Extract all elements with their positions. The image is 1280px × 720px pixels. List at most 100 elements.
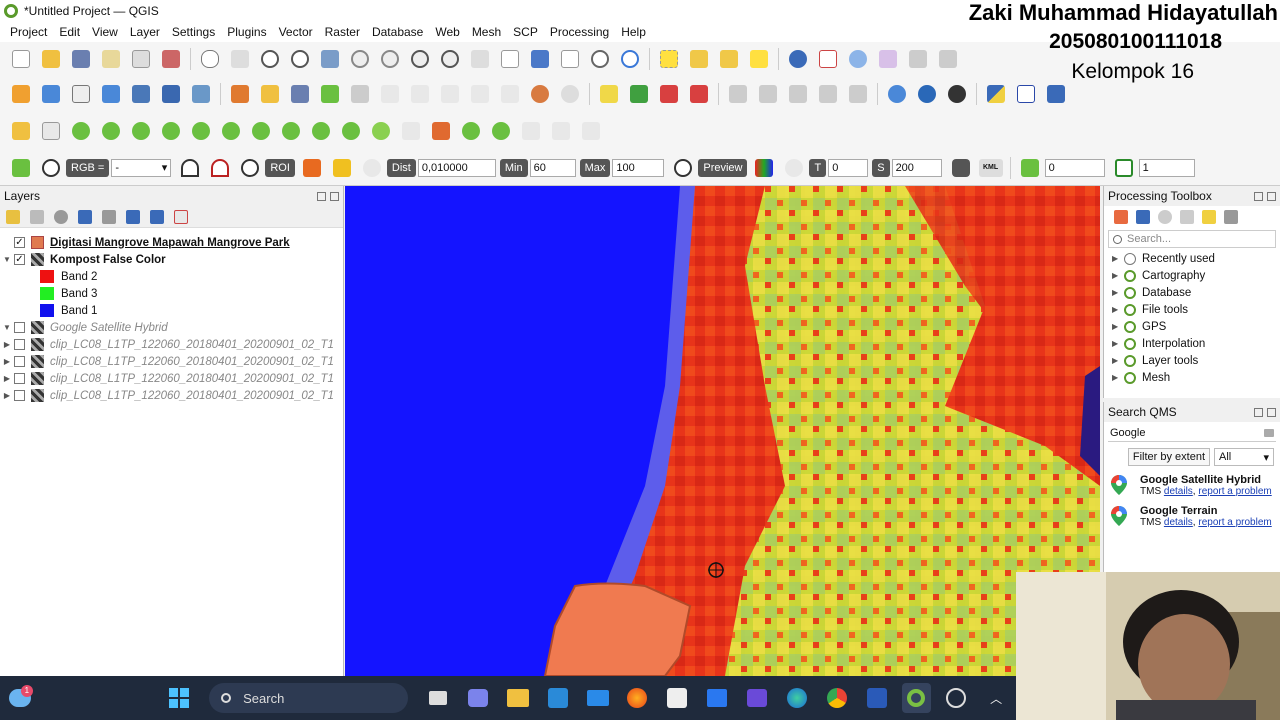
qms-filter-select[interactable]: All ▾ <box>1214 448 1274 466</box>
expand-arrow-icon[interactable]: ▶ <box>0 391 14 400</box>
menu-settings[interactable]: Settings <box>166 25 221 39</box>
zoom-to-selection-icon[interactable] <box>348 47 372 71</box>
dist-input[interactable]: 0,010000 <box>417 158 496 177</box>
data-source-manager-icon[interactable] <box>9 82 33 106</box>
rotate-feature-icon[interactable] <box>579 119 603 143</box>
show-labels-icon[interactable] <box>687 82 711 106</box>
python-console-icon[interactable] <box>984 82 1008 106</box>
options-icon[interactable] <box>1224 210 1238 224</box>
add-part-icon[interactable] <box>99 119 123 143</box>
simplify-icon[interactable] <box>429 119 453 143</box>
style-manager-icon[interactable] <box>159 47 183 71</box>
details-link[interactable]: details <box>1164 517 1193 528</box>
digitize-line-icon[interactable] <box>39 119 63 143</box>
menu-web[interactable]: Web <box>429 25 465 39</box>
new-map-view-icon[interactable] <box>498 47 522 71</box>
new-3d-view-icon[interactable] <box>528 47 552 71</box>
roi-button[interactable]: ROI <box>265 158 295 177</box>
float-panel-icon[interactable] <box>317 191 326 201</box>
menu-database[interactable]: Database <box>366 25 429 39</box>
menu-plugins[interactable]: Plugins <box>221 25 272 39</box>
split-features-icon[interactable] <box>279 119 303 143</box>
label-toolbar-icon[interactable] <box>597 82 621 106</box>
redo-icon[interactable] <box>558 82 582 106</box>
layer-row[interactable]: ▶ clip_LC08_L1TP_122060_20180401_2020090… <box>0 370 343 387</box>
toolbox-item[interactable]: ▶ Recently used <box>1104 250 1280 267</box>
deselect-icon[interactable] <box>717 47 741 71</box>
annotation-icon[interactable] <box>936 47 960 71</box>
advanced-digitizing-icon[interactable] <box>756 82 780 106</box>
layer-visibility-checkbox[interactable] <box>14 339 25 350</box>
map-canvas[interactable] <box>345 186 1100 676</box>
chevron-up-icon[interactable]: ︿ <box>981 683 1011 713</box>
menu-vector[interactable]: Vector <box>273 25 319 39</box>
remove-layer-icon[interactable] <box>174 209 188 224</box>
scp-icon[interactable] <box>1014 82 1038 106</box>
georeferencer-icon[interactable] <box>726 82 750 106</box>
rgb-combobox[interactable]: - ▾ <box>111 158 172 177</box>
menu-mesh[interactable]: Mesh <box>466 25 507 39</box>
layout-manager-icon[interactable] <box>129 47 153 71</box>
scripts-icon[interactable] <box>1136 210 1150 224</box>
add-mesh-icon[interactable] <box>129 82 153 106</box>
preview-color-icon[interactable] <box>752 156 776 180</box>
offset-points-icon[interactable] <box>459 119 483 143</box>
pan-map-icon[interactable] <box>198 47 222 71</box>
reshape-icon[interactable] <box>219 119 243 143</box>
qms-result-item[interactable]: Google Terrain TMS details, report a pro… <box>1104 501 1280 532</box>
merge-attributes-icon[interactable] <box>369 119 393 143</box>
float-panel-icon[interactable] <box>1254 407 1263 417</box>
add-ring-icon[interactable] <box>69 119 93 143</box>
layer-visibility-checkbox[interactable] <box>14 373 25 384</box>
layer-visibility-checkbox[interactable] <box>14 322 25 333</box>
layer-row[interactable]: ▼ Google Satellite Hybrid <box>0 319 343 336</box>
word-icon[interactable] <box>862 683 892 713</box>
layer-row[interactable]: ✓ Digitasi Mangrove Mapawah Mangrove Par… <box>0 234 343 251</box>
zoom-next-icon[interactable] <box>468 47 492 71</box>
collapse-arrow-icon[interactable]: ▼ <box>0 255 14 264</box>
menu-edit[interactable]: Edit <box>53 25 86 39</box>
help-icon[interactable] <box>1044 82 1068 106</box>
collapse-arrow-icon[interactable]: ▼ <box>0 323 14 332</box>
close-panel-icon[interactable] <box>1267 191 1276 201</box>
models-icon[interactable] <box>1114 210 1128 224</box>
trace-icon[interactable] <box>816 82 840 106</box>
report-problem-link[interactable]: report a problem <box>1198 517 1271 528</box>
measure-line-icon[interactable] <box>9 119 33 143</box>
menu-layer[interactable]: Layer <box>124 25 166 39</box>
dropbox-icon[interactable] <box>702 683 732 713</box>
edge-icon[interactable] <box>782 683 812 713</box>
layer-visibility-checkbox[interactable]: ✓ <box>14 237 25 248</box>
zoom-in-icon[interactable] <box>258 47 282 71</box>
obs-icon[interactable] <box>941 683 971 713</box>
band-index-input[interactable]: 1 <box>1138 158 1195 177</box>
preview-redo-icon[interactable] <box>782 156 806 180</box>
start-button-windows-icon[interactable] <box>164 683 194 713</box>
toolbox-item[interactable]: ▶ File tools <box>1104 301 1280 318</box>
s-input[interactable]: 200 <box>891 158 942 177</box>
preview-zoom-icon[interactable] <box>671 156 695 180</box>
split-parts-icon[interactable] <box>309 119 333 143</box>
scp-main-icon[interactable] <box>9 156 33 180</box>
layer-row[interactable]: ▶ clip_LC08_L1TP_122060_20180401_2020090… <box>0 353 343 370</box>
kml-export-button[interactable]: KML <box>978 156 1003 180</box>
settings-gear-icon[interactable] <box>846 47 870 71</box>
band-combination-red-icon[interactable] <box>208 156 232 180</box>
select-by-value-icon[interactable] <box>687 47 711 71</box>
rotate-point-icon[interactable] <box>399 119 423 143</box>
add-delimited-text-icon[interactable] <box>99 82 123 106</box>
max-input[interactable]: 100 <box>612 158 665 177</box>
details-link[interactable]: details <box>1164 486 1193 497</box>
undo-icon[interactable] <box>528 82 552 106</box>
min-input[interactable]: 60 <box>529 158 576 177</box>
roi-redo-icon[interactable] <box>360 156 384 180</box>
add-wfs-icon[interactable] <box>189 82 213 106</box>
close-panel-icon[interactable] <box>330 191 339 201</box>
merge-features-icon[interactable] <box>339 119 363 143</box>
new-print-layout-icon[interactable] <box>99 47 123 71</box>
toolbox-item[interactable]: ▶ Cartography <box>1104 267 1280 284</box>
select-features-icon[interactable] <box>657 47 681 71</box>
bookmark-icon[interactable] <box>558 47 582 71</box>
history-icon[interactable] <box>1158 210 1172 224</box>
identify-icon[interactable] <box>786 47 810 71</box>
